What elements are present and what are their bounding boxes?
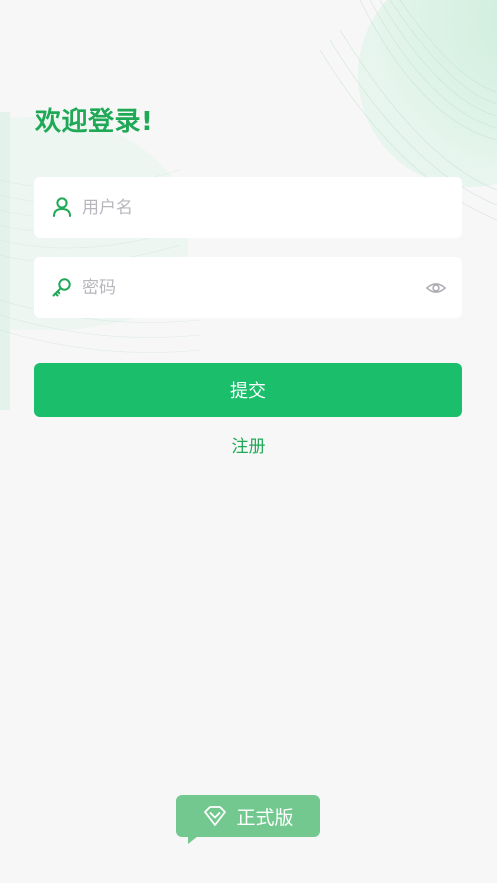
password-field[interactable] [34, 257, 462, 318]
diamond-icon [204, 806, 227, 826]
user-icon [53, 197, 71, 217]
eye-icon[interactable] [425, 277, 447, 299]
page-title: 欢迎登录! [35, 107, 154, 137]
submit-button[interactable]: 提交 [34, 363, 462, 417]
badge-label: 正式版 [236, 806, 294, 829]
password-input[interactable] [82, 257, 412, 318]
key-icon [52, 278, 71, 297]
badge-tail [188, 836, 198, 844]
version-badge: 正式版 [176, 795, 320, 844]
username-input[interactable] [82, 177, 412, 238]
register-link[interactable]: 注册 [0, 432, 497, 457]
username-field[interactable] [34, 177, 462, 238]
